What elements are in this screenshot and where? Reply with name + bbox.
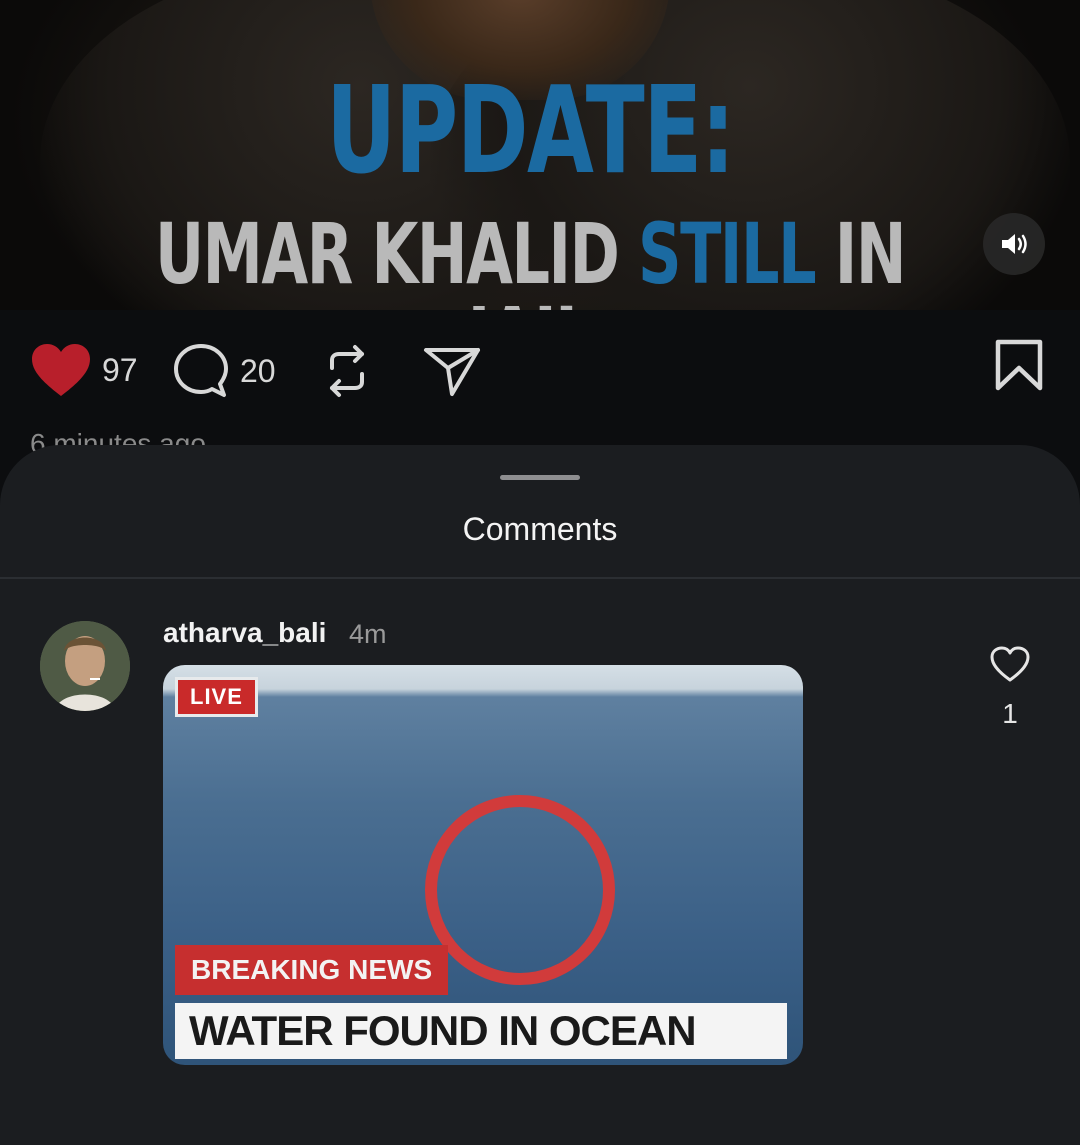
comment-username[interactable]: atharva_bali [163,617,326,649]
gif-breaking-banner: BREAKING NEWS [175,945,449,995]
comments-sheet: Comments atharva_bali 4m LIVE BREAKING N… [0,445,1080,1145]
speaker-icon [1002,234,1027,254]
post-action-bar: 97 20 6 minutes ago [0,310,1080,459]
heart-filled-icon [32,344,90,396]
comment-item: atharva_bali 4m LIVE BREAKING NEWS WATER… [0,579,1080,1139]
avatar-image [40,621,130,711]
like-count: 97 [102,351,138,388]
share-button[interactable] [422,342,482,400]
video-headline-highlight: STILL [637,205,817,303]
save-button[interactable] [994,338,1044,392]
comment-gif[interactable]: LIVE BREAKING NEWS WATER FOUND IN OCEAN [163,665,803,1065]
comment-like-count: 1 [1002,698,1018,729]
comment-bubble-icon [174,344,228,397]
comment-like: 1 [985,645,1035,730]
comment-count: 20 [240,352,276,389]
bookmark-icon [995,339,1043,391]
heart-outline-icon[interactable] [989,645,1031,683]
avatar[interactable] [40,621,130,711]
comment-time: 4m [349,619,387,649]
like-button[interactable]: 97 [30,342,138,398]
repost-icon [330,345,364,397]
repost-button[interactable] [322,342,372,400]
post-video[interactable]: UPDATE: UMAR KHALID STILL IN JAIL [0,0,1080,310]
sheet-title: Comments [462,511,618,547]
sheet-grabber-handle[interactable] [500,475,580,480]
sound-toggle-button[interactable] [983,213,1045,275]
gif-live-badge: LIVE [175,677,258,717]
comment-button[interactable]: 20 [172,342,276,400]
send-icon [424,348,480,396]
gif-red-circle [425,795,615,985]
video-headline-line2: UMAR KHALID STILL IN JAIL [148,212,911,310]
video-headline-line1: UPDATE: [326,62,735,201]
gif-headline: WATER FOUND IN OCEAN [175,1003,787,1059]
